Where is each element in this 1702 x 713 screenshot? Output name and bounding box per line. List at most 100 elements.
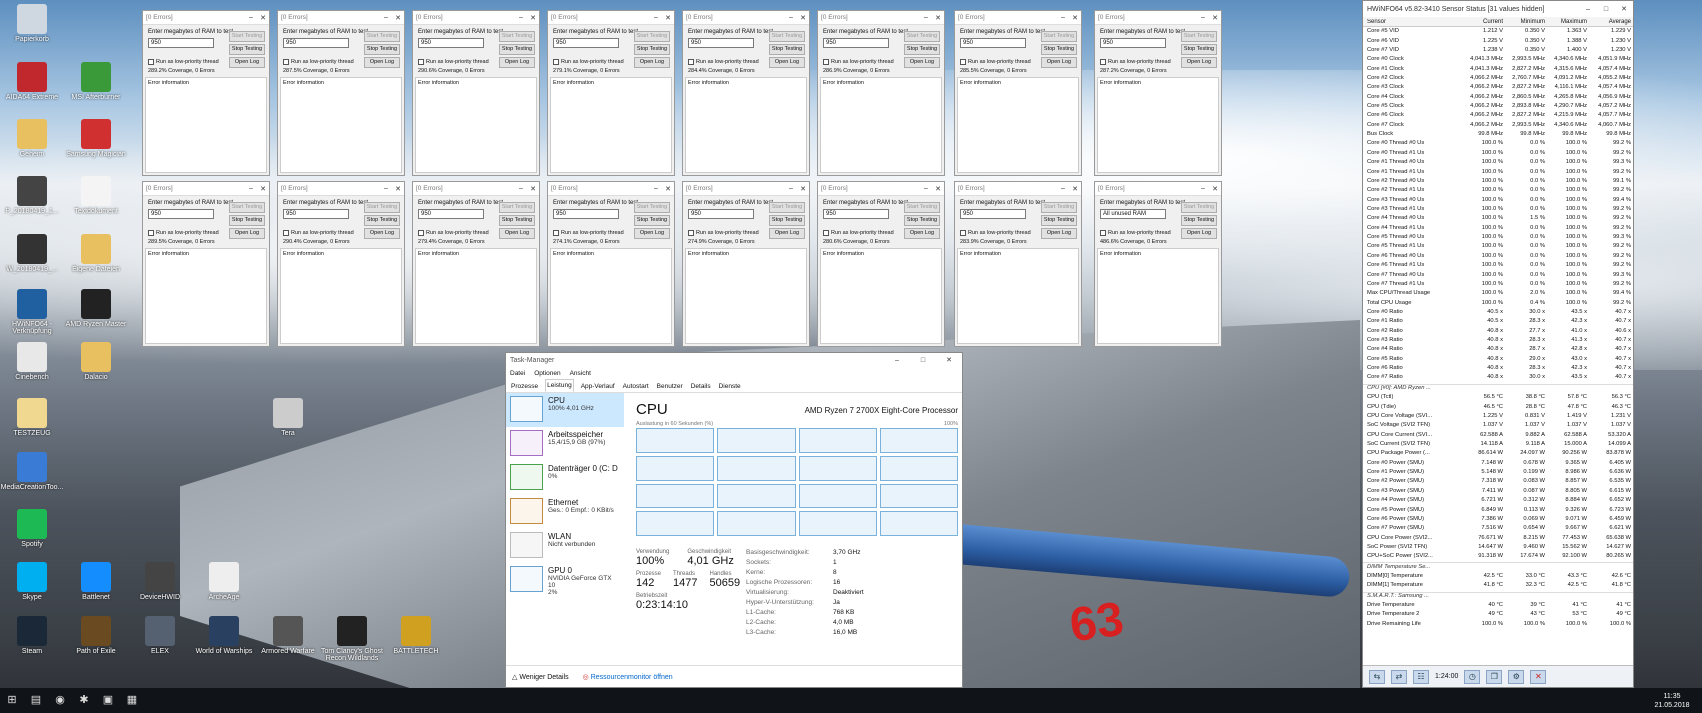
low-priority-checkbox[interactable]: Run as low-priority thread — [688, 59, 759, 65]
desktop-icon[interactable]: Spotify — [0, 509, 64, 548]
minimize-icon[interactable]: – — [785, 14, 797, 21]
sensor-row[interactable]: Core #3 Power (SMU) 7.411 W 0.087 W 8.805 W… — [1363, 487, 1633, 496]
low-priority-checkbox[interactable]: Run as low-priority thread — [960, 59, 1031, 65]
sensor-group[interactable]: CPU [#0]: AMD Ryzen ... — [1363, 383, 1633, 393]
sensor-row[interactable]: Drive Temperature 2 49 °C 43 °C 53 °C 49 °C — [1363, 610, 1633, 619]
sensor-row[interactable]: Core #6 Ratio 40.8 x 28.3 x 42.3 x 40.7 x — [1363, 364, 1633, 373]
sensor-row[interactable]: CPU (Tctl) 56.5 °C 38.8 °C 57.8 °C 56.3 °C — [1363, 393, 1633, 402]
start-button[interactable]: ⊞ — [0, 688, 24, 713]
start-button[interactable]: Start Testing — [1041, 31, 1077, 42]
sensor-row[interactable]: Drive Temperature 40 °C 39 °C 41 °C 41 °C — [1363, 601, 1633, 610]
resource-memory[interactable]: Arbeitsspeicher 15,4/15,9 GB (97%) — [506, 427, 624, 461]
memtest-titlebar[interactable]: [0 Errors] – ✕ — [143, 182, 269, 196]
tab-leistung[interactable]: Leistung — [545, 379, 574, 392]
sensor-row[interactable]: Core #6 Thread #1 Us 100.0 % 0.0 % 100.0 % 9… — [1363, 261, 1633, 270]
sensor-row[interactable]: Core #5 Ratio 40.8 x 29.0 x 43.0 x 40.7 x — [1363, 355, 1633, 364]
desktop-icon[interactable]: Dalacio — [64, 342, 128, 381]
minimize-icon[interactable]: – — [380, 14, 392, 21]
sensor-row[interactable]: Core #0 Thread #0 Us 100.0 % 0.0 % 100.0 % 9… — [1363, 139, 1633, 148]
close-icon[interactable]: ✕ — [932, 14, 944, 22]
minimize-icon[interactable]: – — [1197, 14, 1209, 21]
resource-cpu[interactable]: CPU 100% 4,01 GHz — [506, 393, 624, 427]
sensor-row[interactable]: CPU Core Power (SVI2... 76.671 W 8.215 W 77… — [1363, 533, 1633, 542]
start-button[interactable]: Start Testing — [1041, 202, 1077, 213]
ram-input[interactable]: 950 — [688, 209, 754, 219]
minimize-icon[interactable]: – — [1057, 14, 1069, 21]
menu-optionen[interactable]: Optionen — [534, 370, 560, 377]
memtest-titlebar[interactable]: [0 Errors] – ✕ — [278, 11, 404, 25]
sensor-group[interactable]: S.M.A.R.T.: Samsung ... — [1363, 591, 1633, 601]
close-icon[interactable]: ✕ — [932, 185, 944, 193]
start-button[interactable]: Start Testing — [1181, 202, 1217, 213]
low-priority-checkbox[interactable]: Run as low-priority thread — [418, 230, 489, 236]
low-priority-checkbox[interactable]: Run as low-priority thread — [960, 230, 1031, 236]
close-icon[interactable]: ✕ — [797, 185, 809, 193]
minimize-icon[interactable]: – — [920, 14, 932, 21]
close-icon[interactable]: ✕ — [392, 185, 404, 193]
col-minimum[interactable]: Minimum — [1505, 19, 1547, 25]
memtest-titlebar[interactable]: [0 Errors] – ✕ — [955, 182, 1081, 196]
sensor-row[interactable]: Core #4 Thread #0 Us 100.0 % 1.5 % 100.0 % 9… — [1363, 214, 1633, 223]
close-icon[interactable]: ✕ — [527, 185, 539, 193]
sensor-row[interactable]: SoC Voltage (SVI2 TFN) 1.037 V 1.037 V 1.03… — [1363, 421, 1633, 430]
sensor-row[interactable]: Core #4 Clock 4,066.2 MHz 2,860.5 MHz 4,265… — [1363, 93, 1633, 102]
open-log-button[interactable]: Open Log — [499, 228, 535, 239]
maximize-icon[interactable]: □ — [1597, 6, 1615, 13]
start-button[interactable]: Start Testing — [364, 31, 400, 42]
sensor-row[interactable]: CPU Core Current (SVI... 62.588 A 9.882 A 6… — [1363, 430, 1633, 439]
memtest-titlebar[interactable]: [0 Errors] – ✕ — [818, 11, 944, 25]
close-icon[interactable]: ✕ — [1069, 14, 1081, 22]
open-log-button[interactable]: Open Log — [364, 228, 400, 239]
sensor-row[interactable]: Core #2 Ratio 40.8 x 27.7 x 41.0 x 40.6 x — [1363, 327, 1633, 336]
resource-wlan[interactable]: WLAN Nicht verbunden — [506, 529, 624, 563]
start-button[interactable]: Start Testing — [499, 31, 535, 42]
low-priority-checkbox[interactable]: Run as low-priority thread — [823, 230, 894, 236]
sensor-row[interactable]: Core #7 Power (SMU) 7.516 W 0.654 W 9.667 W… — [1363, 524, 1633, 533]
start-button[interactable]: Start Testing — [769, 31, 805, 42]
col-maximum[interactable]: Maximum — [1547, 19, 1589, 25]
hwinfo-icon[interactable]: ▣ — [96, 688, 120, 713]
report-icon[interactable]: ❐ — [1486, 669, 1503, 684]
desktop-icon[interactable]: DeviceHWID — [128, 562, 192, 601]
open-log-button[interactable]: Open Log — [904, 57, 940, 68]
close-icon[interactable]: ✕ — [1530, 669, 1547, 684]
minimize-icon[interactable]: – — [884, 357, 910, 364]
sensor-row[interactable]: Core #7 Thread #0 Us 100.0 % 0.0 % 100.0 % 9… — [1363, 270, 1633, 279]
sensor-row[interactable]: SoC Power (SVI2 TFN) 14.647 W 9.460 W 15.56… — [1363, 543, 1633, 552]
stop-button[interactable]: Stop Testing — [229, 44, 265, 55]
stop-button[interactable]: Stop Testing — [769, 44, 805, 55]
ram-input[interactable]: All unused RAM — [1100, 209, 1166, 219]
menu-ansicht[interactable]: Ansicht — [570, 370, 591, 377]
sensor-row[interactable]: Core #0 Clock 4,041.3 MHz 2,993.5 MHz 4,340… — [1363, 55, 1633, 64]
start-button[interactable]: Start Testing — [634, 31, 670, 42]
desktop-icon[interactable]: Skype — [0, 562, 64, 601]
open-log-button[interactable]: Open Log — [499, 57, 535, 68]
minimize-icon[interactable]: – — [380, 185, 392, 192]
sensor-row[interactable]: SoC Current (SVI2 TFN) 14.118 A 9.118 A 15.… — [1363, 440, 1633, 449]
memtest-titlebar[interactable]: [0 Errors] – ✕ — [278, 182, 404, 196]
sensor-row[interactable]: Core #7 Thread #1 Us 100.0 % 0.0 % 100.0 % 9… — [1363, 280, 1633, 289]
sensor-row[interactable]: Drive Remaining Life 100.0 % 100.0 % 100.0 … — [1363, 620, 1633, 629]
start-button[interactable]: Start Testing — [1181, 31, 1217, 42]
stop-button[interactable]: Stop Testing — [364, 44, 400, 55]
open-log-button[interactable]: Open Log — [229, 228, 265, 239]
arrows-collapse-icon[interactable]: ⇄ — [1391, 669, 1407, 684]
sensor-group[interactable]: DIMM Temperature Se... — [1363, 562, 1633, 571]
open-log-button[interactable]: Open Log — [904, 228, 940, 239]
stop-button[interactable]: Stop Testing — [1041, 215, 1077, 226]
desktop-icon[interactable]: ELEX — [128, 616, 192, 655]
minimize-icon[interactable]: – — [1057, 185, 1069, 192]
sensor-row[interactable]: Core #7 Clock 4,066.2 MHz 2,993.5 MHz 4,340… — [1363, 121, 1633, 130]
close-icon[interactable]: ✕ — [257, 14, 269, 22]
open-log-button[interactable]: Open Log — [769, 57, 805, 68]
close-icon[interactable]: ✕ — [1615, 5, 1633, 13]
sensor-row[interactable]: Core #6 VID 1.225 V 0.350 V 1.388 V 1.230 V — [1363, 36, 1633, 45]
sensor-row[interactable]: Core #7 Ratio 40.8 x 30.0 x 43.5 x 40.7 x — [1363, 373, 1633, 382]
open-log-button[interactable]: Open Log — [364, 57, 400, 68]
memtest-titlebar[interactable]: [0 Errors] – ✕ — [683, 182, 809, 196]
stop-button[interactable]: Stop Testing — [1041, 44, 1077, 55]
ram-input[interactable]: 950 — [960, 38, 1026, 48]
ram-input[interactable]: 950 — [148, 38, 214, 48]
fewer-details-button[interactable]: △ Weniger Details — [512, 673, 569, 681]
start-button[interactable]: Start Testing — [769, 202, 805, 213]
